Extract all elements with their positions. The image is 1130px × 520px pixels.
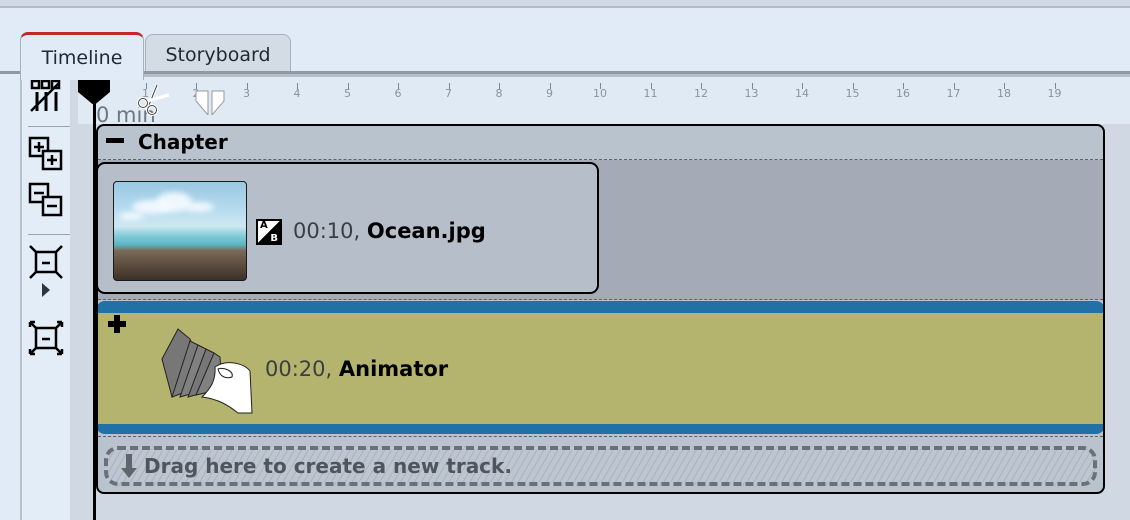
ruler-tick-label: 3 bbox=[243, 87, 250, 100]
clip-thumbnail bbox=[113, 181, 247, 281]
clip-duration: 00:10, bbox=[293, 219, 361, 243]
zoom-out-button[interactable] bbox=[22, 318, 70, 358]
tab-timeline[interactable]: Timeline bbox=[20, 32, 144, 80]
scissors-icon[interactable] bbox=[135, 83, 171, 117]
disable-tracks-icon bbox=[30, 79, 61, 112]
ruler-tick-label: 11 bbox=[643, 87, 658, 100]
clip-animator[interactable]: 00:20, Animator bbox=[98, 301, 1103, 434]
chapter-group: Chapter AB 00:10, Ocean.jpg 00:20, Anima… bbox=[96, 124, 1105, 494]
ruler-tick-label: 14 bbox=[795, 87, 809, 100]
ruler-tick-label: 5 bbox=[344, 87, 351, 100]
toolbar-separator bbox=[28, 234, 70, 235]
ruler-tick-label: 8 bbox=[495, 87, 503, 100]
ruler-tick-label: 16 bbox=[896, 87, 910, 100]
ruler-tick-label: 15 bbox=[845, 87, 860, 100]
clip-label: 00:20, Animator bbox=[265, 357, 448, 381]
expand-all-icon bbox=[28, 136, 63, 171]
track-1: AB 00:10, Ocean.jpg bbox=[98, 160, 1103, 300]
ruler-tick-label: 18 bbox=[997, 87, 1011, 100]
marker-icon[interactable] bbox=[194, 89, 226, 115]
ruler-tick-label: 4 bbox=[293, 87, 301, 100]
ruler-tick-label: 17 bbox=[946, 87, 961, 100]
chapter-title: Chapter bbox=[138, 130, 228, 154]
ruler-tick-label: 12 bbox=[694, 87, 708, 100]
collapse-chapter-icon[interactable] bbox=[106, 138, 124, 143]
zoom-to-fit-icon bbox=[29, 245, 63, 279]
toolbar-gutter bbox=[70, 74, 78, 520]
clip-name: Ocean.jpg bbox=[366, 219, 486, 243]
ruler-tick-label: 6 bbox=[394, 87, 402, 100]
playhead-line[interactable] bbox=[93, 94, 96, 520]
timeline-area: 12345678910111213141516171819 0 min Chap… bbox=[78, 74, 1130, 520]
ruler-tick-label: 9 bbox=[546, 87, 553, 100]
ruler-tick-label: 13 bbox=[744, 87, 759, 100]
toolbar-separator bbox=[28, 126, 70, 127]
expand-arrow-icon bbox=[42, 283, 50, 297]
chapter-header[interactable]: Chapter bbox=[98, 126, 1103, 160]
arrow-down-icon bbox=[121, 454, 137, 478]
zoom-to-fit-button[interactable] bbox=[22, 242, 70, 282]
ruler-tick-label: 10 bbox=[593, 87, 607, 100]
zoom-out-icon bbox=[28, 320, 64, 356]
clip-ocean[interactable]: AB 00:10, Ocean.jpg bbox=[98, 162, 599, 294]
expand-clip-icon[interactable] bbox=[108, 315, 126, 333]
time-ruler[interactable]: 12345678910111213141516171819 0 min bbox=[78, 74, 1130, 127]
dropzone-label: Drag here to create a new track. bbox=[144, 454, 512, 478]
track-separator bbox=[98, 436, 1103, 437]
clip-label: 00:10, Ocean.jpg bbox=[293, 219, 486, 243]
clip-name: Animator bbox=[338, 357, 449, 381]
animator-icon bbox=[161, 328, 253, 414]
new-track-dropzone[interactable]: Drag here to create a new track. bbox=[104, 446, 1097, 486]
collapse-all-icon bbox=[28, 182, 63, 217]
ruler-tick-label: 7 bbox=[445, 87, 452, 100]
clip-duration: 00:20, bbox=[265, 357, 333, 381]
timeline-toolbar bbox=[20, 74, 70, 520]
disable-tracks-button[interactable] bbox=[22, 76, 70, 116]
collapse-all-button[interactable] bbox=[22, 180, 70, 220]
transition-icon[interactable]: AB bbox=[256, 219, 282, 245]
expand-arrow-button[interactable] bbox=[22, 280, 70, 300]
expand-all-button[interactable] bbox=[22, 134, 70, 174]
ruler-tick-label: 19 bbox=[1047, 87, 1062, 100]
